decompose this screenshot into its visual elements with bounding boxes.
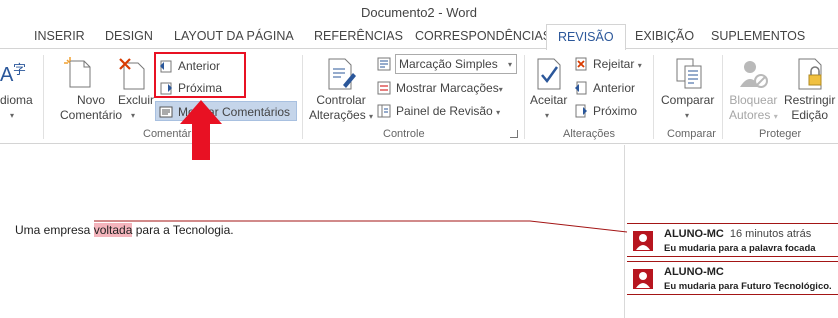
annotation-highlight-box: [154, 52, 246, 98]
tab-revisao[interactable]: REVISÃO: [546, 24, 626, 50]
annotation-arrow-icon: [180, 100, 222, 160]
comment-connector-line: [94, 220, 628, 233]
